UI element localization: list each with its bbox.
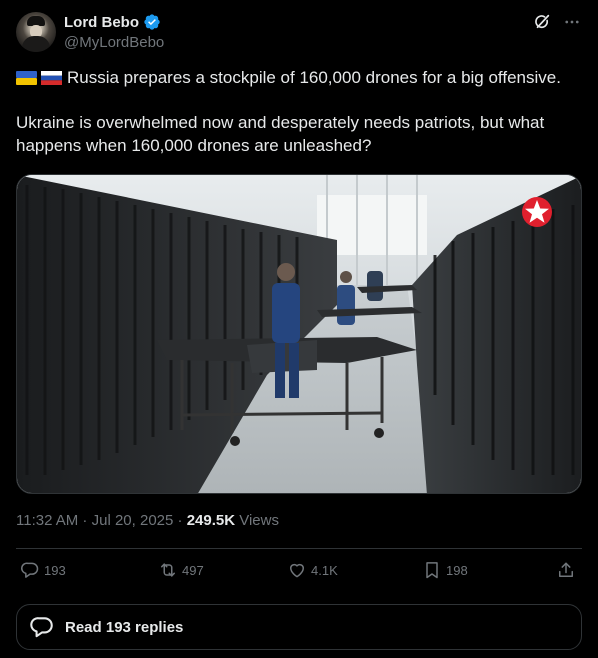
like-button[interactable]: 4.1K <box>287 560 338 580</box>
read-replies-button[interactable]: Read 193 replies <box>16 604 582 650</box>
bookmark-count: 198 <box>446 562 468 578</box>
post-text: Russia prepares a stockpile of 160,000 d… <box>16 66 580 157</box>
author-name-row[interactable]: Lord Bebo <box>64 13 161 31</box>
action-bar: 193 497 4.1K 198 <box>16 560 582 586</box>
post-date[interactable]: Jul 20, 2025 <box>92 512 174 529</box>
repost-icon <box>161 563 175 577</box>
post-image[interactable] <box>16 174 582 494</box>
more-options-icon[interactable] <box>562 12 582 32</box>
author-name[interactable]: Lord Bebo <box>64 14 139 31</box>
post-header: Lord Bebo @MyLordBebo <box>16 12 582 54</box>
heart-icon <box>290 563 304 578</box>
divider <box>16 548 582 549</box>
grok-icon[interactable] <box>532 12 552 32</box>
ukraine-russia-flags-icon <box>16 71 62 85</box>
bookmark-button[interactable]: 198 <box>422 560 468 580</box>
views-count[interactable]: 249.5K <box>187 512 235 529</box>
meta-separator-2: · <box>173 512 187 529</box>
like-count: 4.1K <box>311 562 338 578</box>
bookmark-icon <box>426 562 438 579</box>
post-line-2: Ukraine is overwhelmed now and desperate… <box>16 113 545 155</box>
header-icons <box>532 12 582 32</box>
reply-icon <box>21 562 39 578</box>
views-label: Views <box>235 512 279 529</box>
avatar[interactable] <box>16 12 56 52</box>
author-handle[interactable]: @MyLordBebo <box>64 34 164 51</box>
post-meta: 11:32 AM · Jul 20, 2025 · 249.5K Views <box>16 512 279 529</box>
post-line-1: Russia prepares a stockpile of 160,000 d… <box>16 66 580 89</box>
zvezda-star-logo <box>522 197 552 227</box>
repost-count: 497 <box>182 562 204 578</box>
reply-bubble-icon <box>30 617 53 638</box>
repost-button[interactable]: 497 <box>158 560 204 580</box>
share-button[interactable] <box>556 560 576 580</box>
verified-badge-icon <box>144 14 160 30</box>
meta-separator-1: · <box>78 512 92 529</box>
share-icon <box>559 562 573 577</box>
read-replies-label: Read 193 replies <box>65 618 184 636</box>
reply-button[interactable]: 193 <box>20 560 66 580</box>
post-time[interactable]: 11:32 AM <box>16 512 78 529</box>
post-line-1-text: Russia prepares a stockpile of 160,000 d… <box>67 68 561 87</box>
reply-count: 193 <box>44 562 66 578</box>
drone-factory-photo <box>17 175 581 493</box>
